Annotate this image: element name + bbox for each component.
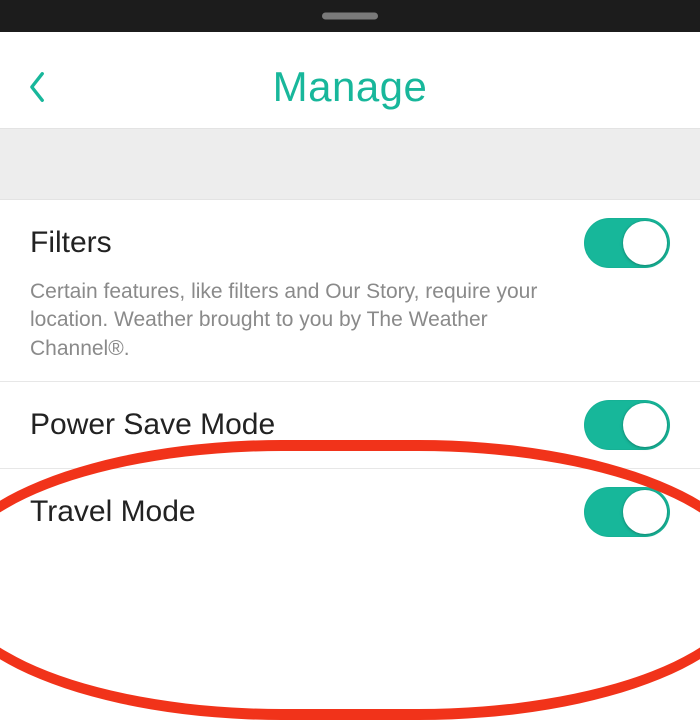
back-button[interactable] — [0, 46, 70, 128]
row-travel-mode: Travel Mode — [0, 469, 700, 555]
toggle-filters[interactable] — [584, 218, 670, 268]
toggle-travel-mode[interactable] — [584, 487, 670, 537]
toggle-knob-icon — [623, 490, 667, 534]
toggle-knob-icon — [623, 221, 667, 265]
settings-list: Filters Certain features, like filters a… — [0, 200, 700, 555]
row-filters-desc: Certain features, like filters and Our S… — [30, 278, 590, 363]
device-chrome-bar — [0, 0, 700, 32]
row-power-save: Power Save Mode — [0, 382, 700, 469]
chevron-left-icon — [28, 70, 47, 104]
row-power-save-title: Power Save Mode — [30, 408, 275, 442]
toggle-knob-icon — [623, 403, 667, 447]
toggle-power-save[interactable] — [584, 400, 670, 450]
nav-bar: Manage — [0, 46, 700, 128]
speaker-nub — [322, 13, 378, 20]
statusbar — [0, 32, 700, 46]
row-travel-mode-title: Travel Mode — [30, 495, 196, 529]
row-filters: Filters Certain features, like filters a… — [0, 200, 700, 382]
row-filters-title: Filters — [30, 226, 112, 260]
page-title: Manage — [0, 63, 700, 111]
section-spacer — [0, 128, 700, 200]
